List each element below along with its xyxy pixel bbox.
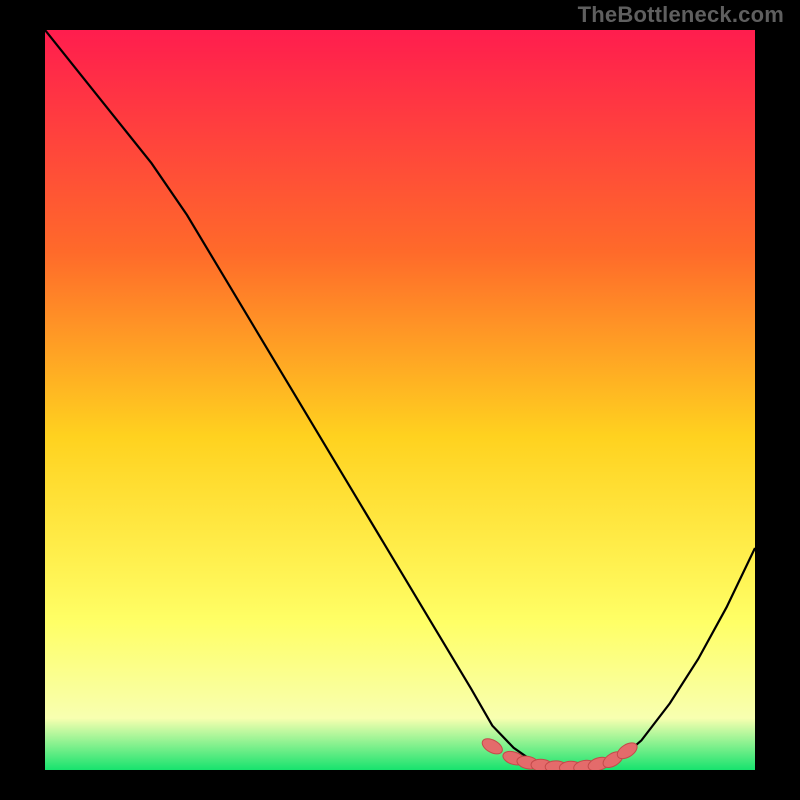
- gradient-bg: [45, 30, 755, 770]
- watermark-text: TheBottleneck.com: [578, 2, 784, 28]
- plot-area: [45, 30, 755, 770]
- chart-frame: TheBottleneck.com: [0, 0, 800, 800]
- chart-svg: [45, 30, 755, 770]
